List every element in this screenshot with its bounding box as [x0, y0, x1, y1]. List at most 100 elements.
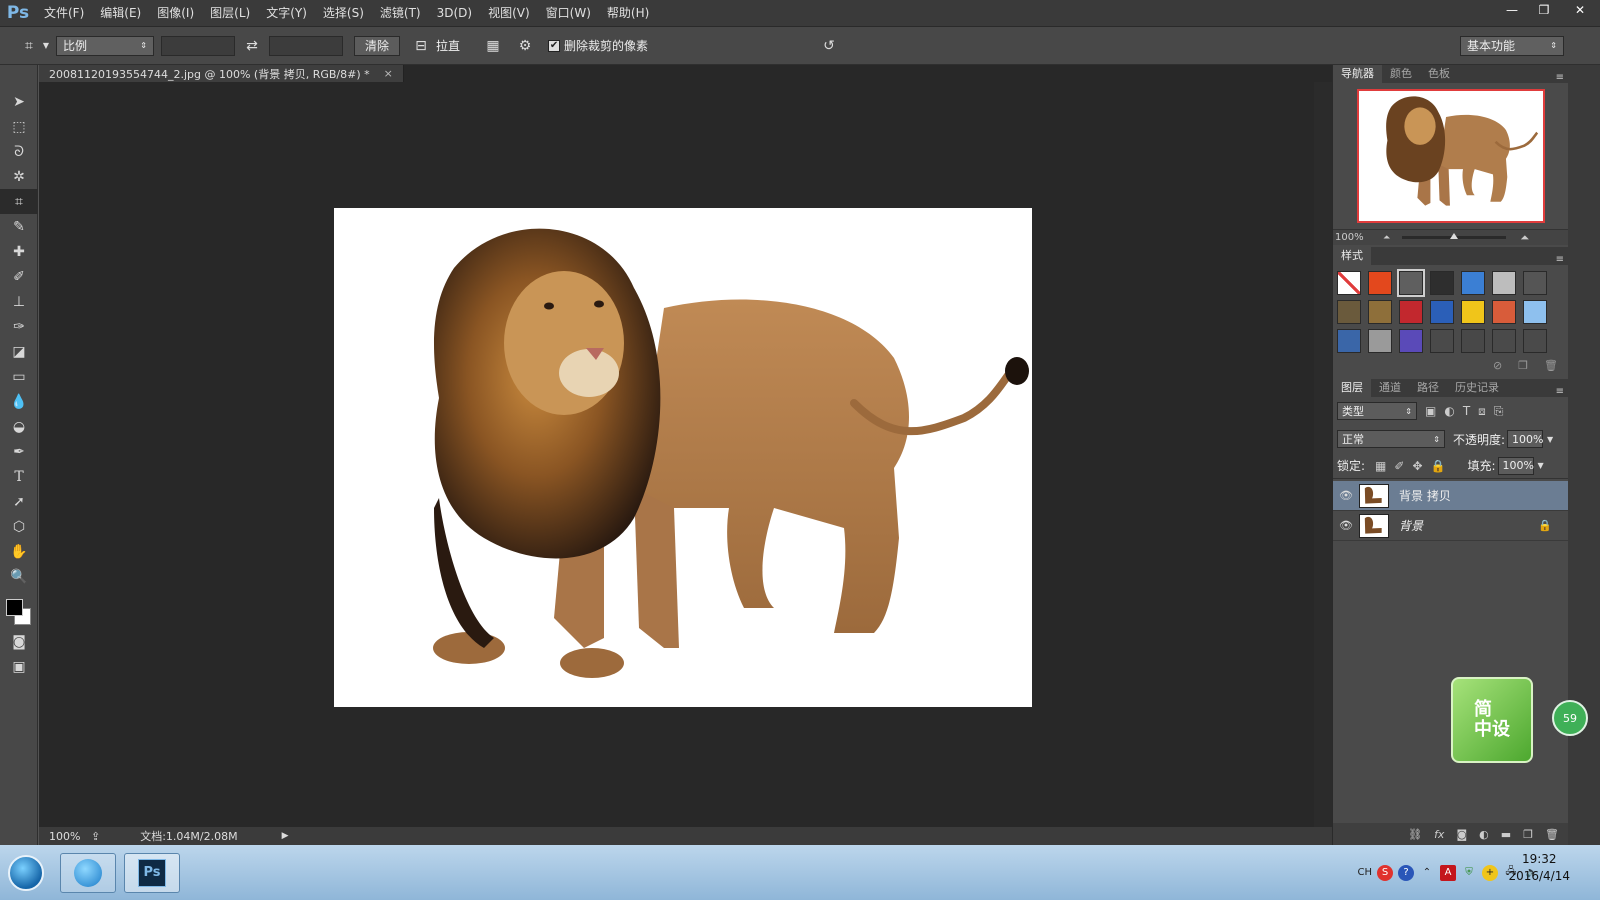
style-swatch[interactable]	[1368, 271, 1392, 295]
menu-type[interactable]: 文字(Y)	[258, 0, 315, 27]
style-swatch[interactable]	[1337, 300, 1361, 324]
restore-button[interactable]: ❐	[1528, 0, 1560, 20]
overlay-grid-icon[interactable]: ▦	[482, 35, 504, 57]
gradient-tool-icon[interactable]: ▭	[0, 364, 38, 389]
clear-button[interactable]: 清除	[354, 35, 401, 56]
input-language[interactable]: CH	[1357, 867, 1372, 878]
delete-cropped-checkbox[interactable]: ✔	[548, 39, 561, 52]
delete-style-icon[interactable]: 🗑	[1544, 359, 1558, 377]
layer-name[interactable]: 背景 拷贝	[1399, 487, 1451, 504]
healing-brush-tool-icon[interactable]: ✚	[0, 239, 38, 264]
menu-window[interactable]: 窗口(W)	[538, 0, 599, 27]
style-swatch[interactable]	[1492, 300, 1516, 324]
zoom-in-icon[interactable]: ⏶	[1520, 231, 1529, 245]
menu-edit[interactable]: 编辑(E)	[92, 0, 149, 27]
eraser-tool-icon[interactable]: ◪	[0, 339, 38, 364]
width-field[interactable]	[161, 35, 235, 56]
workspace-select[interactable]: 基本功能 ⇕	[1460, 35, 1564, 56]
lock-all-icon[interactable]: 🔒	[1431, 459, 1446, 473]
menu-layer[interactable]: 图层(L)	[202, 0, 258, 27]
lock-image-icon[interactable]: ✐	[1394, 459, 1404, 473]
share-icon[interactable]: ⇪	[91, 830, 100, 843]
swap-icon[interactable]: ⇄	[241, 35, 263, 57]
layer-row-background-copy[interactable]: 👁 背景 拷贝	[1333, 481, 1568, 511]
new-group-icon[interactable]: ▬	[1501, 828, 1511, 841]
style-swatch[interactable]	[1399, 329, 1423, 353]
path-selection-tool-icon[interactable]: ➚	[0, 489, 38, 514]
taskbar-photoshop[interactable]: Ps	[124, 852, 180, 893]
filter-smart-object-icon[interactable]: ⎘	[1494, 404, 1504, 419]
height-field[interactable]	[269, 35, 343, 56]
crop-tool-icon[interactable]: ⌗	[18, 35, 40, 57]
lasso-tool-icon[interactable]: ᘐ	[0, 139, 38, 164]
menu-3d[interactable]: 3D(D)	[429, 0, 480, 27]
blur-tool-icon[interactable]: 💧	[0, 389, 38, 414]
document-tab[interactable]: 20081120193554744_2.jpg @ 100% (背景 拷贝, R…	[39, 65, 404, 82]
visibility-eye-icon[interactable]: 👁	[1333, 489, 1359, 502]
document-close-button[interactable]: ×	[384, 67, 393, 80]
floating-widget[interactable]: 简 中设	[1451, 677, 1533, 763]
style-swatch[interactable]	[1461, 329, 1485, 353]
fill-dropdown-icon[interactable]: ▼	[1538, 461, 1544, 470]
fx-icon[interactable]: fx	[1434, 828, 1444, 841]
foreground-color-swatch[interactable]	[6, 599, 23, 616]
tab-channels[interactable]: 通道	[1371, 379, 1409, 397]
tab-color[interactable]: 颜色	[1382, 65, 1420, 83]
image-canvas[interactable]	[334, 208, 1032, 707]
screen-mode-icon[interactable]: ▣	[0, 654, 38, 679]
new-style-icon[interactable]: ❐	[1518, 359, 1528, 377]
style-swatch[interactable]	[1430, 329, 1454, 353]
tab-swatches[interactable]: 色板	[1420, 65, 1458, 83]
menu-help[interactable]: 帮助(H)	[599, 0, 657, 27]
crop-tool-icon[interactable]: ⌗	[0, 189, 38, 214]
tab-styles[interactable]: 样式	[1333, 247, 1371, 265]
dodge-tool-icon[interactable]: ◒	[0, 414, 38, 439]
clear-style-icon[interactable]: ⊘	[1493, 359, 1502, 377]
lock-transparent-icon[interactable]: ▦	[1375, 459, 1386, 473]
magic-wand-tool-icon[interactable]: ✲	[0, 164, 38, 189]
straighten-label[interactable]: 拉直	[436, 37, 460, 54]
sogou-icon[interactable]: S	[1377, 864, 1393, 881]
menu-view[interactable]: 视图(V)	[480, 0, 538, 27]
style-swatch[interactable]	[1399, 300, 1423, 324]
layer-name[interactable]: 背景	[1399, 517, 1423, 534]
lock-position-icon[interactable]: ✥	[1412, 459, 1422, 473]
link-layers-icon[interactable]: ⛓	[1408, 828, 1422, 841]
tab-navigator[interactable]: 导航器	[1333, 65, 1382, 83]
style-swatch[interactable]	[1368, 329, 1392, 353]
menu-image[interactable]: 图像(I)	[149, 0, 202, 27]
ratio-select[interactable]: 比例 ⇕	[56, 35, 154, 56]
opacity-dropdown-icon[interactable]: ▼	[1547, 435, 1553, 444]
blend-mode-select[interactable]: 正常 ⇕	[1337, 430, 1445, 448]
opacity-field[interactable]: 100%	[1507, 430, 1544, 448]
menu-filter[interactable]: 滤镜(T)	[372, 0, 429, 27]
zoom-slider-thumb[interactable]	[1450, 233, 1459, 239]
add-mask-icon[interactable]: ◙	[1456, 828, 1467, 841]
move-tool-icon[interactable]: ➤	[0, 89, 38, 114]
shape-tool-icon[interactable]: ⬡	[0, 514, 38, 539]
vertical-scrollbar[interactable]	[1314, 82, 1332, 827]
status-zoom[interactable]: 100%	[49, 830, 85, 843]
menu-file[interactable]: 文件(F)	[36, 0, 92, 27]
filter-shape-icon[interactable]: ⧈	[1478, 404, 1486, 419]
style-swatch[interactable]	[1492, 329, 1516, 353]
style-swatch[interactable]	[1523, 300, 1547, 324]
security-icon[interactable]: +	[1482, 864, 1498, 881]
brush-tool-icon[interactable]: ✐	[0, 264, 38, 289]
layer-row-background[interactable]: 👁 背景 🔒	[1333, 511, 1568, 541]
widget-badge[interactable]: 59	[1552, 700, 1588, 736]
eyedropper-tool-icon[interactable]: ✎	[0, 214, 38, 239]
style-swatch[interactable]	[1430, 300, 1454, 324]
gear-icon[interactable]: ⚙	[514, 35, 536, 57]
fill-field[interactable]: 100%	[1497, 456, 1534, 475]
type-tool-icon[interactable]: T	[0, 464, 38, 489]
panel-menu-icon[interactable]: ≡	[1556, 386, 1564, 397]
tool-preset-dropdown-icon[interactable]: ▼	[40, 35, 52, 57]
start-button[interactable]	[0, 845, 52, 900]
zoom-tool-icon[interactable]: 🔍	[0, 564, 38, 589]
taskbar-browser[interactable]	[60, 852, 116, 893]
adjustment-layer-icon[interactable]: ◐	[1479, 828, 1489, 841]
panel-menu-icon[interactable]: ≡	[1556, 72, 1564, 83]
tab-paths[interactable]: 路径	[1409, 379, 1447, 397]
style-swatch[interactable]	[1430, 271, 1454, 295]
